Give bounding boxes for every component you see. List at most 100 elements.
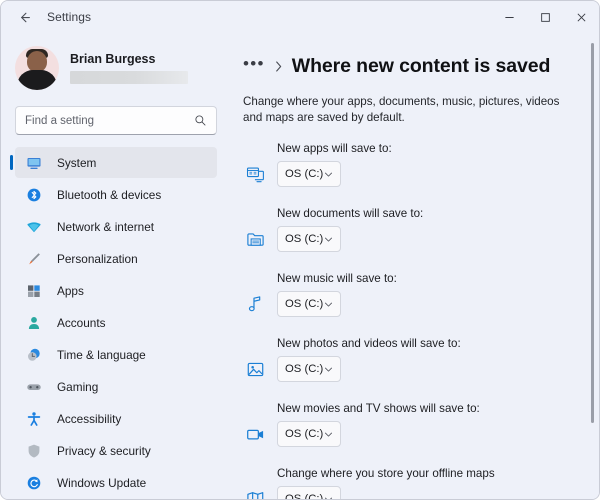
sidebar-item-accessibility[interactable]: Accessibility xyxy=(15,403,217,434)
maximize-icon xyxy=(540,12,551,23)
photo-icon xyxy=(243,357,267,381)
main-scrollbar[interactable] xyxy=(589,39,596,495)
video-camera-icon xyxy=(243,422,267,446)
settings-window: Settings xyxy=(0,0,600,500)
setting-row-label: New apps will save to: xyxy=(277,140,589,155)
dropdown-value: OS (C:) xyxy=(285,168,323,180)
update-refresh-icon xyxy=(25,474,43,492)
sidebar-item-privacy-security[interactable]: Privacy & security xyxy=(15,435,217,466)
main-content: ••• Where new content is saved Change wh… xyxy=(229,33,599,499)
setting-row-movies-tv: New movies and TV shows will save to: OS… xyxy=(243,400,589,465)
minimize-icon xyxy=(504,12,515,23)
sidebar-item-label: Accessibility xyxy=(57,412,121,426)
accessibility-icon xyxy=(25,410,43,428)
sidebar-item-bluetooth-devices[interactable]: Bluetooth & devices xyxy=(15,179,217,210)
clock-globe-icon xyxy=(25,346,43,364)
sidebar-item-gaming[interactable]: Gaming xyxy=(15,371,217,402)
search-box[interactable] xyxy=(15,106,217,135)
setting-row-control: OS (C:) xyxy=(243,161,589,187)
save-location-dropdown[interactable]: OS (C:) xyxy=(277,486,341,499)
setting-row-music: New music will save to: OS (C:) xyxy=(243,270,589,335)
sidebar-item-label: Network & internet xyxy=(57,220,154,234)
setting-row-offline-maps: Change where you store your offline maps xyxy=(243,465,589,499)
sidebar-item-time-language[interactable]: Time & language xyxy=(15,339,217,370)
chevron-right-icon xyxy=(274,60,283,73)
profile-text: Brian Burgess xyxy=(70,52,188,84)
page-title: Where new content is saved xyxy=(292,55,551,78)
sidebar-item-label: Apps xyxy=(57,284,84,298)
dropdown-value: OS (C:) xyxy=(285,363,323,375)
setting-row-control: OS (C:) xyxy=(243,226,589,252)
save-location-dropdown[interactable]: OS (C:) xyxy=(277,356,341,382)
setting-row-control: OS (C:) xyxy=(243,486,589,499)
window-title: Settings xyxy=(47,10,91,24)
sidebar-item-system[interactable]: System xyxy=(15,147,217,178)
breadcrumb: ••• Where new content is saved xyxy=(243,49,589,83)
dropdown-value: OS (C:) xyxy=(285,298,323,310)
back-arrow-icon xyxy=(17,10,32,25)
setting-row-control: OS (C:) xyxy=(243,421,589,447)
sidebar-item-label: Privacy & security xyxy=(57,444,151,458)
save-location-dropdown[interactable]: OS (C:) xyxy=(277,161,341,187)
paintbrush-icon xyxy=(25,250,43,268)
chevron-down-icon xyxy=(324,300,333,309)
chevron-down-icon xyxy=(324,170,333,179)
chevron-down-icon xyxy=(324,365,333,374)
setting-row-apps: New apps will save to: xyxy=(243,140,589,205)
back-button[interactable] xyxy=(9,3,39,31)
sidebar: Brian Burgess xyxy=(1,33,229,499)
minimize-button[interactable] xyxy=(491,1,527,33)
sidebar-item-apps[interactable]: Apps xyxy=(15,275,217,306)
dropdown-value: OS (C:) xyxy=(285,428,323,440)
sidebar-item-windows-update[interactable]: Windows Update xyxy=(15,467,217,498)
avatar xyxy=(15,46,59,90)
sidebar-item-personalization[interactable]: Personalization xyxy=(15,243,217,274)
display-monitor-icon xyxy=(25,154,43,172)
person-icon xyxy=(25,314,43,332)
shield-icon xyxy=(25,442,43,460)
profile-name: Brian Burgess xyxy=(70,52,188,67)
profile-email-redacted xyxy=(70,71,188,84)
close-button[interactable] xyxy=(563,1,599,33)
setting-row-label: Change where you store your offline maps xyxy=(277,465,589,480)
sidebar-item-label: System xyxy=(57,156,96,170)
dropdown-value: OS (C:) xyxy=(285,233,323,245)
sidebar-item-label: Personalization xyxy=(57,252,138,266)
sidebar-item-label: Gaming xyxy=(57,380,98,394)
search-icon xyxy=(194,114,207,127)
sidebar-item-label: Windows Update xyxy=(57,476,146,490)
sidebar-item-accounts[interactable]: Accounts xyxy=(15,307,217,338)
chevron-down-icon xyxy=(324,235,333,244)
setting-row-control: OS (C:) xyxy=(243,291,589,317)
apps-grid-icon xyxy=(25,282,43,300)
profile-section[interactable]: Brian Burgess xyxy=(15,41,217,95)
save-location-dropdown[interactable]: OS (C:) xyxy=(277,291,341,317)
page-description: Change where your apps, documents, music… xyxy=(243,94,579,126)
scrollbar-thumb[interactable] xyxy=(591,43,594,423)
map-download-icon xyxy=(243,487,267,499)
folder-icon xyxy=(243,227,267,251)
sidebar-nav: System Bluetooth & devices xyxy=(15,147,217,499)
setting-row-label: New music will save to: xyxy=(277,270,589,285)
settings-rows: New apps will save to: xyxy=(243,140,589,499)
app-window-icon xyxy=(243,162,267,186)
setting-row-photos-videos: New photos and videos will save to: OS (… xyxy=(243,335,589,400)
window-controls xyxy=(491,1,599,33)
setting-row-documents: New documents will save to: OS (C:) xyxy=(243,205,589,270)
breadcrumb-overflow-button[interactable]: ••• xyxy=(243,59,265,74)
sidebar-item-network-internet[interactable]: Network & internet xyxy=(15,211,217,242)
setting-row-label: New documents will save to: xyxy=(277,205,589,220)
dropdown-value: OS (C:) xyxy=(285,493,323,499)
title-bar: Settings xyxy=(1,1,599,33)
close-icon xyxy=(576,12,587,23)
wifi-icon xyxy=(25,218,43,236)
save-location-dropdown[interactable]: OS (C:) xyxy=(277,226,341,252)
maximize-button[interactable] xyxy=(527,1,563,33)
chevron-down-icon xyxy=(324,430,333,439)
chevron-down-icon xyxy=(324,495,333,500)
sidebar-item-label: Accounts xyxy=(57,316,106,330)
save-location-dropdown[interactable]: OS (C:) xyxy=(277,421,341,447)
game-controller-icon xyxy=(25,378,43,396)
setting-row-label: New photos and videos will save to: xyxy=(277,335,589,350)
search-input[interactable] xyxy=(25,115,194,127)
